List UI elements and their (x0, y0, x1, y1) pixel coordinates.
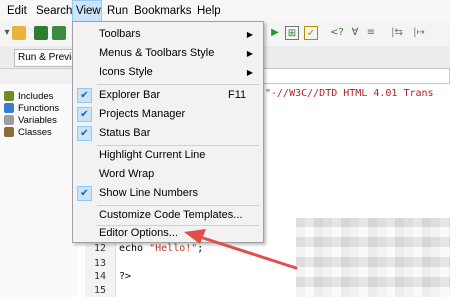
annotation-arrow-shaft (198, 235, 298, 270)
annotation-arrow-head (184, 229, 206, 244)
annotation-arrow-icon (184, 229, 298, 270)
